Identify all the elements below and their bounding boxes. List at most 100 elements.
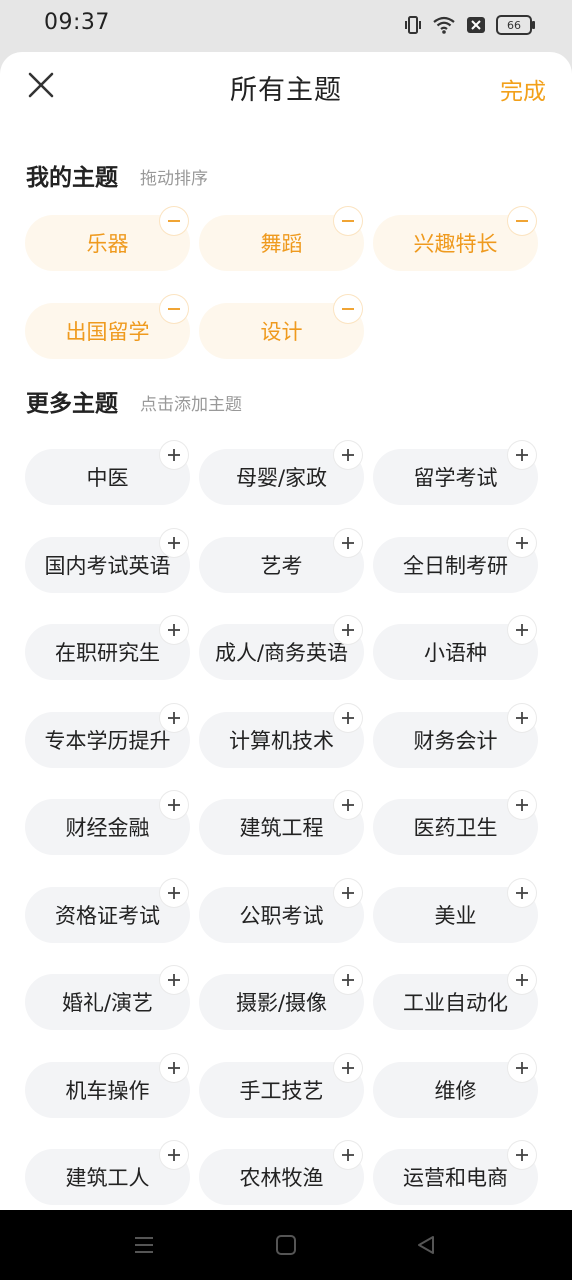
more-topic-chip[interactable]: 中医 [25, 441, 190, 505]
more-topic-chip[interactable]: 计算机技术 [199, 703, 364, 768]
add-topic-button[interactable] [508, 441, 536, 469]
add-topic-button[interactable] [160, 1141, 188, 1169]
remove-topic-button[interactable] [334, 294, 362, 323]
more-topic-chip[interactable]: 手工技艺 [199, 1053, 364, 1118]
more-topic-chip[interactable]: 艺考 [199, 528, 364, 593]
topic-label: 在职研究生 [55, 641, 160, 665]
add-topic-button[interactable] [334, 703, 362, 732]
battery-level: 66 [507, 18, 521, 32]
menu-button[interactable] [133, 1234, 155, 1260]
more-topic-chip[interactable]: 建筑工程 [199, 791, 364, 855]
more-topic-chip[interactable]: 医药卫生 [373, 791, 538, 855]
more-topic-chip[interactable]: 成人/商务英语 [199, 616, 364, 680]
more-topic-chip[interactable]: 公职考试 [199, 878, 364, 943]
plus-icon [342, 974, 354, 986]
topic-label: 维修 [434, 1078, 477, 1103]
back-button[interactable] [415, 1234, 437, 1260]
my-topics-title: 我的主题 [26, 165, 118, 191]
add-topic-button[interactable] [508, 616, 536, 644]
more-topic-chip[interactable]: 摄影/摄像 [199, 966, 364, 1030]
topic-label: 乐器 [86, 232, 129, 256]
topic-label: 计算机技术 [229, 728, 334, 753]
add-topic-button[interactable] [334, 791, 362, 819]
more-topic-chip[interactable]: 资格证考试 [25, 878, 190, 943]
plus-icon [342, 711, 354, 724]
topic-label: 设计 [260, 319, 303, 344]
topic-label: 专本学历提升 [44, 728, 171, 753]
more-topic-chip[interactable]: 全日制考研 [373, 528, 538, 593]
add-topic-button[interactable] [334, 528, 362, 557]
add-topic-button[interactable] [334, 1141, 362, 1169]
add-topic-button[interactable] [160, 791, 188, 819]
minus-icon [342, 307, 354, 310]
add-topic-button[interactable] [160, 441, 188, 469]
remove-topic-button[interactable] [334, 207, 362, 235]
more-topic-chip[interactable]: 财经金融 [25, 791, 190, 855]
add-topic-button[interactable] [160, 878, 188, 907]
plus-icon [168, 449, 180, 461]
my-topic-chip[interactable]: 舞蹈 [199, 207, 364, 271]
add-topic-button[interactable] [160, 1053, 188, 1082]
minus-icon [342, 220, 354, 222]
more-topic-chip[interactable]: 建筑工人 [25, 1141, 190, 1205]
add-topic-button[interactable] [508, 703, 536, 732]
add-topic-button[interactable] [508, 1053, 536, 1082]
add-topic-button[interactable] [334, 878, 362, 907]
more-topic-chip[interactable]: 维修 [373, 1053, 538, 1118]
vibrate-icon [405, 16, 421, 34]
more-topic-chip[interactable]: 留学考试 [373, 441, 538, 505]
add-topic-button[interactable] [334, 616, 362, 644]
remove-topic-button[interactable] [160, 207, 188, 235]
plus-icon [168, 1061, 180, 1074]
more-topic-chip[interactable]: 农林牧渔 [199, 1141, 364, 1205]
my-topic-chip[interactable]: 设计 [199, 294, 364, 359]
status-bar: 09:37 66 [0, 0, 572, 52]
sheet-header: 所有主题 完成 [0, 52, 572, 124]
more-topic-chip[interactable]: 母婴/家政 [199, 441, 364, 505]
remove-topic-button[interactable] [160, 294, 188, 323]
add-topic-button[interactable] [508, 528, 536, 557]
more-topic-chip[interactable]: 婚礼/演艺 [25, 966, 190, 1030]
add-topic-button[interactable] [508, 966, 536, 994]
my-topics-hint: 拖动排序 [140, 169, 208, 189]
add-topic-button[interactable] [160, 966, 188, 994]
topic-label: 全日制考研 [403, 553, 508, 578]
plus-icon [516, 711, 528, 724]
add-topic-button[interactable] [160, 703, 188, 732]
topic-label: 艺考 [260, 553, 303, 578]
add-topic-button[interactable] [334, 441, 362, 469]
home-button[interactable] [275, 1234, 297, 1260]
topic-label: 资格证考试 [55, 903, 160, 928]
topic-label: 财务会计 [413, 728, 498, 753]
more-topic-chip[interactable]: 工业自动化 [373, 966, 538, 1030]
add-topic-button[interactable] [160, 616, 188, 644]
more-topic-chip[interactable]: 机车操作 [25, 1053, 190, 1118]
add-topic-button[interactable] [508, 878, 536, 907]
more-topics-hint: 点击添加主题 [140, 395, 242, 415]
add-topic-button[interactable] [508, 791, 536, 819]
my-topic-chip[interactable]: 出国留学 [25, 294, 190, 359]
more-topic-chip[interactable]: 小语种 [373, 616, 538, 680]
add-topic-button[interactable] [334, 966, 362, 994]
plus-icon [168, 536, 180, 549]
more-topic-chip[interactable]: 专本学历提升 [25, 703, 190, 768]
topic-label: 财经金融 [65, 816, 150, 840]
more-topic-chip[interactable]: 美业 [373, 878, 538, 943]
more-topic-chip[interactable]: 国内考试英语 [25, 528, 190, 593]
add-topic-button[interactable] [508, 1141, 536, 1169]
topic-label: 出国留学 [65, 319, 150, 344]
my-topic-chip[interactable]: 兴趣特长 [373, 207, 538, 271]
menu-icon [135, 1237, 153, 1253]
minus-icon [168, 220, 180, 222]
done-button[interactable]: 完成 [500, 72, 546, 106]
more-topic-chip[interactable]: 在职研究生 [25, 616, 190, 680]
add-topic-button[interactable] [334, 1053, 362, 1082]
more-topic-chip[interactable]: 运营和电商 [373, 1141, 538, 1205]
add-topic-button[interactable] [160, 528, 188, 557]
my-topic-chip[interactable]: 乐器 [25, 207, 190, 271]
plus-icon [168, 974, 180, 986]
minus-icon [516, 220, 528, 222]
remove-topic-button[interactable] [508, 207, 536, 235]
more-topic-chip[interactable]: 财务会计 [373, 703, 538, 768]
topic-label: 医药卫生 [413, 816, 498, 840]
